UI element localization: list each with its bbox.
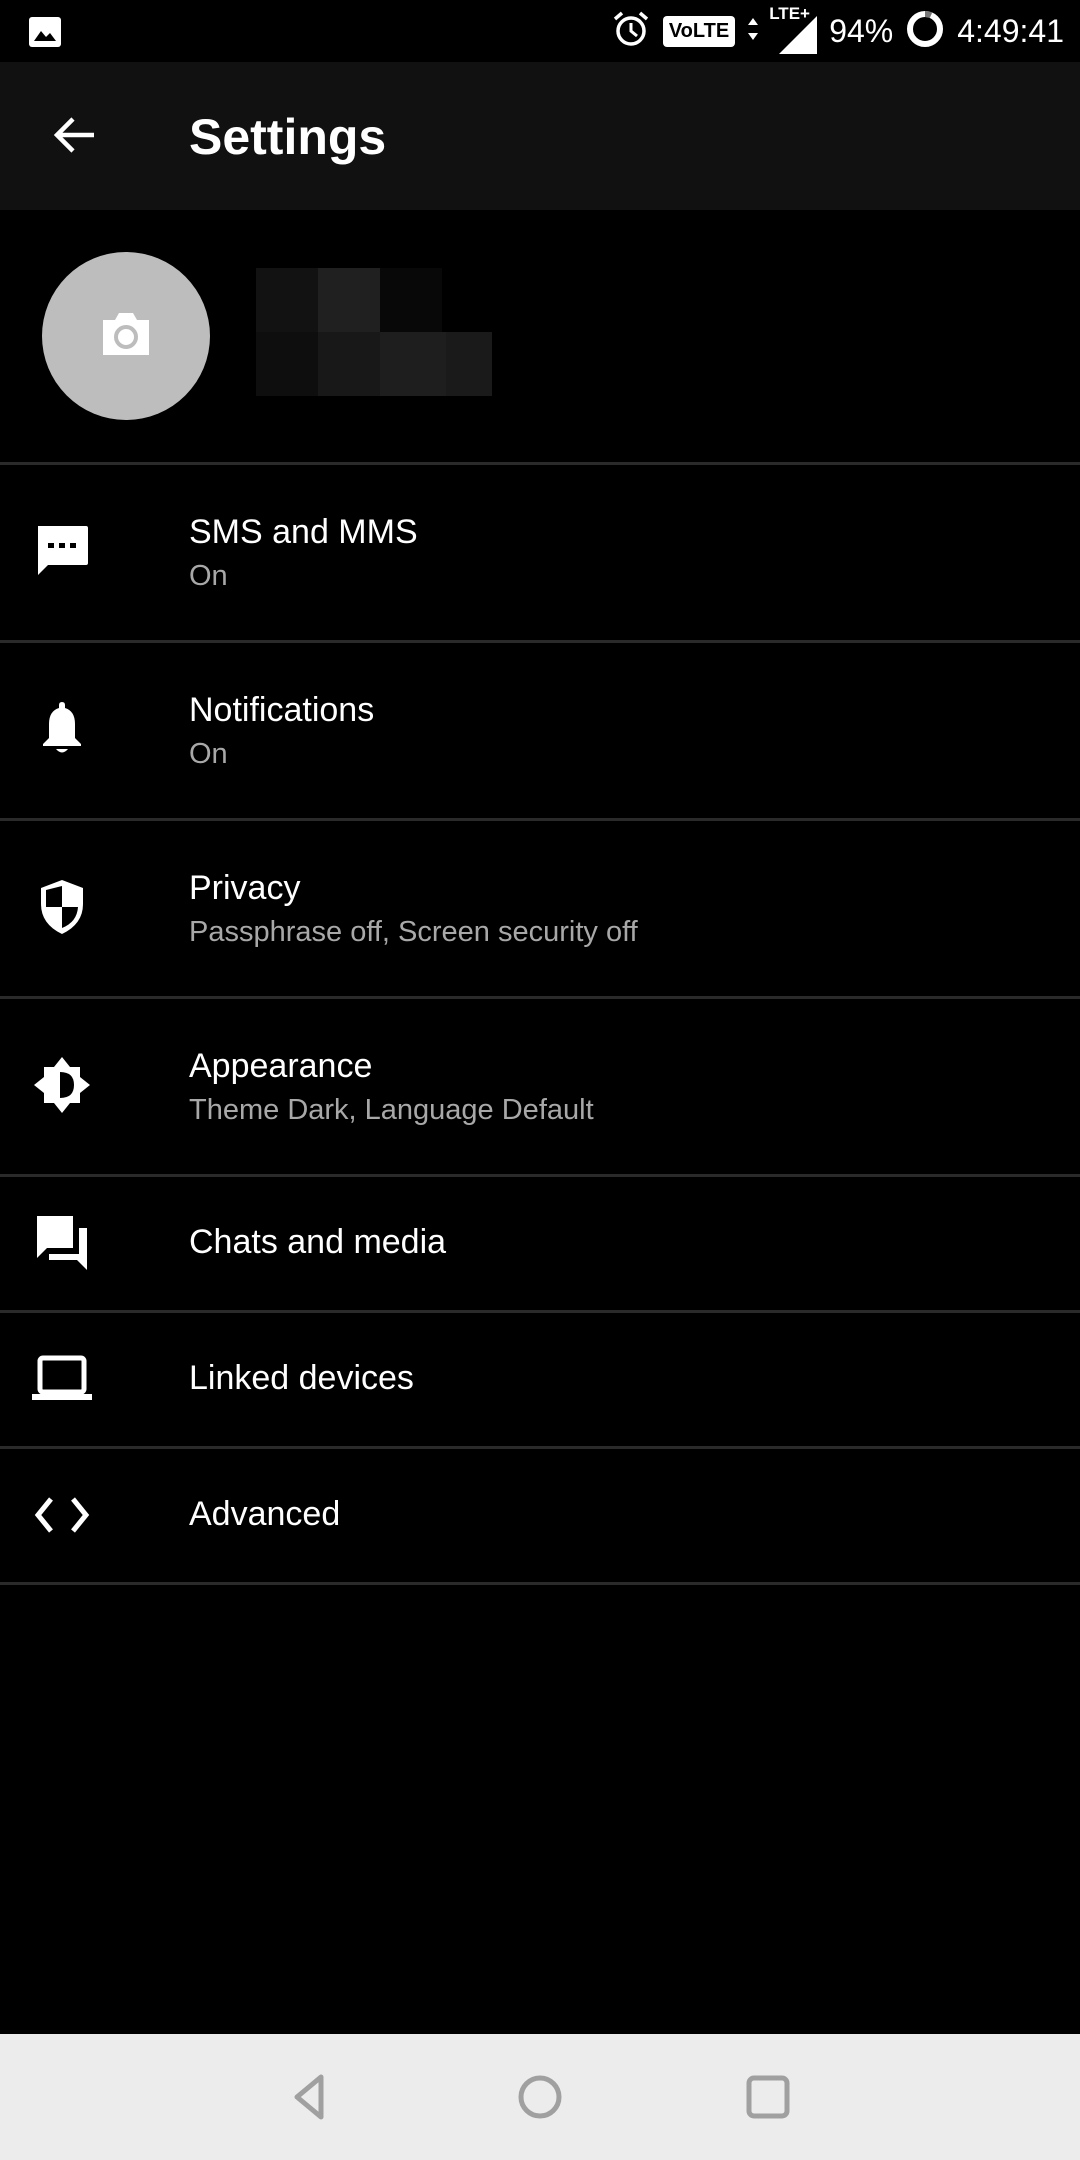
nav-home-button[interactable] bbox=[505, 2064, 575, 2134]
image-notification-icon bbox=[28, 16, 62, 53]
forum-icon bbox=[28, 1209, 96, 1277]
avatar[interactable] bbox=[42, 252, 210, 420]
back-button[interactable] bbox=[40, 102, 110, 172]
alarm-icon bbox=[611, 9, 651, 54]
settings-item-appearance[interactable]: Appearance Theme Dark, Language Default bbox=[0, 999, 1080, 1174]
circle-home-icon bbox=[516, 2073, 564, 2126]
arrow-left-icon bbox=[52, 112, 98, 163]
triangle-back-icon bbox=[289, 2073, 329, 2126]
settings-item-label: Privacy bbox=[189, 869, 301, 907]
toolbar: Settings bbox=[0, 62, 1080, 210]
battery-ring-icon bbox=[905, 9, 945, 54]
settings-item-summary: On bbox=[189, 560, 228, 592]
nav-recents-button[interactable] bbox=[733, 2064, 803, 2134]
settings-item-chats[interactable]: Chats and media bbox=[0, 1177, 1080, 1310]
system-nav-bar bbox=[0, 2034, 1080, 2160]
settings-item-sms[interactable]: SMS and MMS On bbox=[0, 465, 1080, 640]
settings-item-notifications[interactable]: Notifications On bbox=[0, 643, 1080, 818]
bell-icon bbox=[28, 695, 96, 763]
clock: 4:49:41 bbox=[957, 12, 1064, 49]
square-recents-icon bbox=[745, 2074, 791, 2125]
settings-item-label: Linked devices bbox=[189, 1359, 414, 1397]
laptop-icon bbox=[28, 1345, 96, 1413]
settings-item-label: SMS and MMS bbox=[189, 513, 418, 551]
camera-icon bbox=[99, 310, 153, 363]
profile-name-redacted[interactable] bbox=[256, 268, 492, 398]
shield-icon bbox=[28, 873, 96, 941]
volte-icon: VoLTE bbox=[662, 15, 736, 47]
battery-percent: 94% bbox=[829, 12, 894, 49]
profile-section[interactable] bbox=[0, 210, 1080, 463]
settings-item-summary: Theme Dark, Language Default bbox=[189, 1094, 594, 1126]
code-icon bbox=[28, 1481, 96, 1549]
settings-item-label: Chats and media bbox=[189, 1223, 447, 1261]
brightness-icon bbox=[28, 1051, 96, 1119]
signal-icon: LTE+ bbox=[769, 4, 818, 54]
nav-back-button[interactable] bbox=[274, 2064, 344, 2134]
settings-item-privacy[interactable]: Privacy Passphrase off, Screen security … bbox=[0, 821, 1080, 996]
settings-item-advanced[interactable]: Advanced bbox=[0, 1449, 1080, 1582]
settings-item-linked-devices[interactable]: Linked devices bbox=[0, 1313, 1080, 1446]
settings-item-label: Appearance bbox=[189, 1047, 373, 1085]
settings-item-label: Notifications bbox=[189, 691, 375, 729]
message-icon bbox=[28, 517, 96, 585]
data-arrows-icon bbox=[747, 14, 759, 49]
status-bar: VoLTE LTE+ 94% 4:49:41 bbox=[0, 0, 1080, 62]
page-title: Settings bbox=[189, 109, 387, 165]
divider bbox=[0, 1582, 1080, 1585]
settings-item-summary: On bbox=[189, 738, 228, 770]
settings-item-summary: Passphrase off, Screen security off bbox=[189, 916, 638, 948]
settings-item-label: Advanced bbox=[189, 1495, 341, 1533]
